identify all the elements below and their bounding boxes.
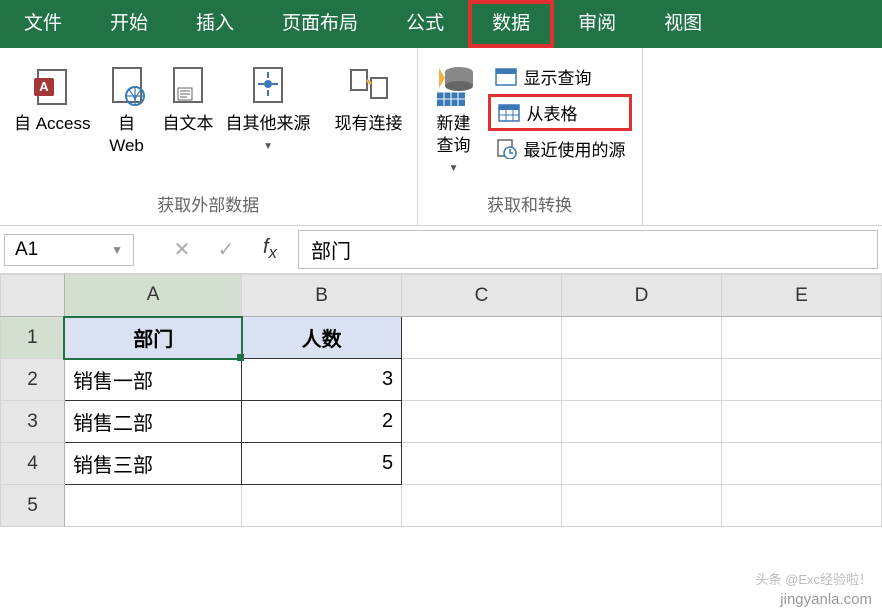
cell-d2[interactable] <box>562 359 722 401</box>
tab-insert[interactable]: 插入 <box>172 0 258 48</box>
cell-c3[interactable] <box>402 401 562 443</box>
cell-b5[interactable] <box>242 485 402 527</box>
col-header-a[interactable]: A <box>64 275 241 317</box>
group-label: 获取外部数据 <box>157 187 259 220</box>
tab-review[interactable]: 审阅 <box>554 0 640 48</box>
access-icon: A <box>28 61 76 109</box>
cell-a5[interactable] <box>64 485 241 527</box>
cell-c1[interactable] <box>402 317 562 359</box>
cell-d5[interactable] <box>562 485 722 527</box>
cell-b3[interactable]: 2 <box>242 401 402 443</box>
cell-e2[interactable] <box>722 359 882 401</box>
row-header-4[interactable]: 4 <box>1 443 65 485</box>
table-icon <box>497 102 521 124</box>
tab-home[interactable]: 开始 <box>86 0 172 48</box>
cell-a2[interactable]: 销售一部 <box>64 359 241 401</box>
from-access-button[interactable]: A 自 Access <box>12 61 93 135</box>
cell-d3[interactable] <box>562 401 722 443</box>
group-label: 获取和转换 <box>487 187 572 220</box>
svg-text:A: A <box>40 79 50 94</box>
cancel-button[interactable]: ✕ <box>162 237 202 262</box>
show-queries-icon <box>494 66 518 88</box>
fx-icon: fx <box>263 236 277 263</box>
check-icon: ✓ <box>218 237 235 262</box>
ribbon-content: A 自 Access 自 Web 自文本 自其他来源 <box>0 48 882 226</box>
name-box[interactable]: A1 ▼ <box>4 234 134 266</box>
cell-d4[interactable] <box>562 443 722 485</box>
from-text-button[interactable]: 自文本 <box>161 61 216 135</box>
select-all-corner[interactable] <box>1 275 65 317</box>
tab-page-layout[interactable]: 页面布局 <box>258 0 382 48</box>
existing-conn-button[interactable]: 现有连接 <box>333 61 405 135</box>
cell-a3[interactable]: 销售二部 <box>64 401 241 443</box>
recent-sources-button[interactable]: 最近使用的源 <box>488 133 632 164</box>
cell-c4[interactable] <box>402 443 562 485</box>
watermark-site: jingyanla.com <box>780 591 872 608</box>
col-header-b[interactable]: B <box>242 275 402 317</box>
confirm-button[interactable]: ✓ <box>206 237 246 262</box>
watermark-author: 头条 @Exc经验啦！ <box>756 569 872 588</box>
from-table-button[interactable]: 从表格 <box>488 94 632 131</box>
tab-data[interactable]: 数据 <box>468 0 554 48</box>
ribbon-tabs: 文件 开始 插入 页面布局 公式 数据 审阅 视图 <box>0 0 882 48</box>
cell-b4[interactable]: 5 <box>242 443 402 485</box>
from-other-button[interactable]: 自其他来源 ▼ <box>224 61 313 152</box>
dropdown-arrow-icon: ▼ <box>263 141 273 152</box>
row-header-5[interactable]: 5 <box>1 485 65 527</box>
group-get-transform: 新建 查询 ▼ 显示查询 从表格 <box>418 48 643 225</box>
dropdown-arrow-icon: ▼ <box>449 163 459 174</box>
cell-a1[interactable]: 部门 <box>64 317 241 359</box>
group-external-data: A 自 Access 自 Web 自文本 自其他来源 <box>0 48 418 225</box>
cell-e4[interactable] <box>722 443 882 485</box>
tab-view[interactable]: 视图 <box>640 0 726 48</box>
fx-button[interactable]: fx <box>250 236 290 263</box>
cell-b2[interactable]: 3 <box>242 359 402 401</box>
fill-handle[interactable] <box>237 354 244 361</box>
row-header-3[interactable]: 3 <box>1 401 65 443</box>
web-icon <box>103 61 151 109</box>
recent-icon <box>494 138 518 160</box>
cell-c2[interactable] <box>402 359 562 401</box>
tab-file[interactable]: 文件 <box>0 0 86 48</box>
text-file-icon <box>164 61 212 109</box>
col-header-e[interactable]: E <box>722 275 882 317</box>
new-query-icon <box>430 61 478 109</box>
show-queries-button[interactable]: 显示查询 <box>488 61 632 92</box>
cell-e5[interactable] <box>722 485 882 527</box>
col-header-d[interactable]: D <box>562 275 722 317</box>
cell-e3[interactable] <box>722 401 882 443</box>
row-header-1[interactable]: 1 <box>1 317 65 359</box>
col-header-c[interactable]: C <box>402 275 562 317</box>
connection-icon <box>345 61 393 109</box>
new-query-button[interactable]: 新建 查询 ▼ <box>428 61 480 174</box>
spreadsheet: A B C D E 1 部门 人数 2 销售一部 3 3 销售二部 2 <box>0 274 882 527</box>
cell-e1[interactable] <box>722 317 882 359</box>
cell-d1[interactable] <box>562 317 722 359</box>
formula-bar: A1 ▼ ✕ ✓ fx 部门 <box>0 226 882 274</box>
from-web-button[interactable]: 自 Web <box>101 61 153 157</box>
cell-c5[interactable] <box>402 485 562 527</box>
row-header-2[interactable]: 2 <box>1 359 65 401</box>
cell-b1[interactable]: 人数 <box>242 317 402 359</box>
formula-input[interactable]: 部门 <box>298 230 878 269</box>
other-source-icon <box>244 61 292 109</box>
chevron-down-icon: ▼ <box>111 243 123 257</box>
cell-a4[interactable]: 销售三部 <box>64 443 241 485</box>
x-icon: ✕ <box>174 237 191 262</box>
tab-formulas[interactable]: 公式 <box>382 0 468 48</box>
